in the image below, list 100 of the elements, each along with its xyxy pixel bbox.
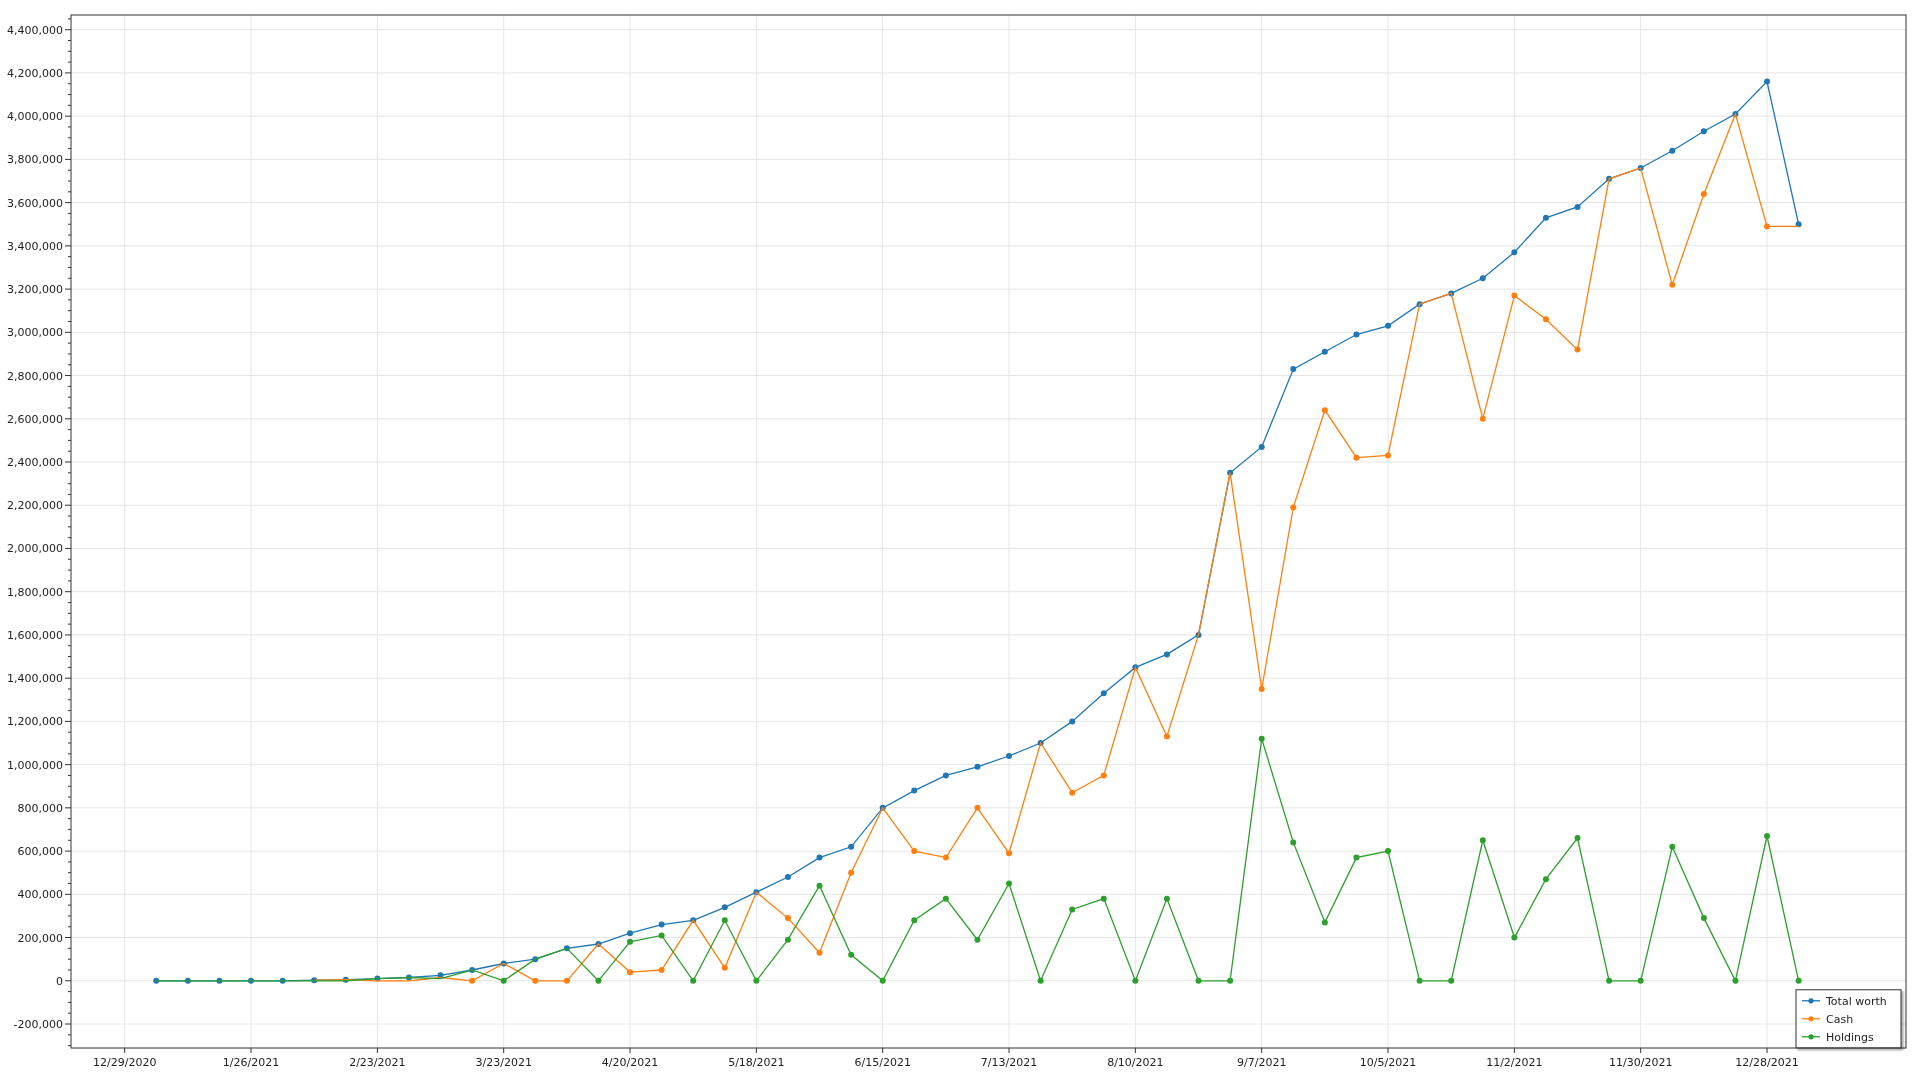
data-point — [1479, 837, 1486, 844]
data-point — [1321, 919, 1328, 926]
data-point — [1416, 301, 1423, 308]
data-point — [1542, 214, 1549, 221]
data-point — [1037, 977, 1044, 984]
data-point — [879, 977, 886, 984]
data-point — [1290, 839, 1297, 846]
data-point — [184, 977, 191, 984]
data-point — [1037, 740, 1044, 746]
data-point — [500, 960, 507, 967]
x-axis-label: 5/18/2021 — [728, 1056, 785, 1069]
data-point — [1511, 249, 1518, 256]
data-point — [1321, 348, 1328, 355]
data-point — [437, 972, 444, 979]
data-point — [1574, 346, 1581, 353]
data-point — [1479, 415, 1486, 422]
data-point — [1732, 977, 1739, 984]
legend-label: Holdings — [1826, 1030, 1874, 1044]
legend-label: Total worth — [1826, 994, 1887, 1008]
legend-label: Cash — [1826, 1012, 1854, 1026]
x-axis-label: 6/15/2021 — [854, 1056, 911, 1069]
x-axis-label: 1/26/2021 — [222, 1056, 280, 1069]
y-axis-label: -200,000 — [13, 1018, 63, 1031]
data-point — [1606, 977, 1613, 984]
y-axis-label: 3,400,000 — [7, 239, 63, 253]
y-axis-label: 4,000,000 — [7, 110, 63, 124]
data-point — [532, 956, 539, 963]
data-point — [816, 854, 823, 861]
data-point — [848, 951, 855, 958]
data-point — [1227, 977, 1234, 984]
data-point — [1069, 789, 1076, 796]
data-point — [1321, 407, 1328, 414]
data-point — [721, 964, 728, 971]
data-point — [1100, 772, 1107, 779]
y-axis-label: 2,400,000 — [7, 456, 63, 469]
data-point — [1132, 977, 1139, 984]
data-point — [1574, 203, 1581, 210]
y-axis-label: 600,000 — [17, 845, 63, 859]
data-point — [1353, 854, 1360, 861]
data-point — [1574, 835, 1581, 842]
data-point — [1700, 128, 1707, 135]
y-axis-label: 2,600,000 — [7, 412, 63, 426]
data-point — [216, 977, 223, 984]
data-point — [911, 787, 918, 794]
data-point — [595, 941, 602, 948]
data-point — [942, 772, 949, 779]
data-point — [879, 804, 886, 811]
data-point — [342, 976, 349, 983]
data-point — [311, 977, 318, 984]
data-point — [469, 977, 476, 984]
x-axis-label: 2/23/2021 — [349, 1056, 406, 1069]
data-point — [1511, 934, 1518, 941]
data-point — [1637, 977, 1644, 984]
x-axis-label: 3/23/2021 — [475, 1056, 532, 1069]
data-point — [1764, 223, 1771, 230]
y-axis-label: 4,400,000 — [7, 23, 63, 37]
data-point — [753, 889, 760, 896]
data-point — [848, 843, 855, 850]
data-point — [1448, 290, 1455, 297]
data-point — [816, 949, 823, 956]
data-point — [1606, 175, 1613, 182]
data-point — [690, 917, 697, 924]
data-point — [469, 966, 476, 973]
data-point — [784, 915, 791, 922]
data-point — [563, 977, 570, 984]
data-point — [1700, 191, 1707, 197]
y-axis-label: 1,400,000 — [7, 672, 63, 686]
y-axis-label: 3,800,000 — [7, 153, 63, 167]
data-point — [1732, 111, 1739, 117]
data-point — [1006, 753, 1013, 759]
data-point — [1258, 735, 1265, 742]
data-point — [658, 966, 665, 973]
data-point — [848, 869, 855, 876]
legend-line-icon — [1801, 1034, 1821, 1040]
data-point — [1290, 504, 1297, 511]
y-axis-label: 2,200,000 — [7, 499, 63, 513]
data-point — [1385, 322, 1392, 329]
y-axis-label: 4,200,000 — [7, 66, 63, 80]
data-point — [942, 895, 949, 902]
y-axis-label: 1,000,000 — [7, 758, 63, 772]
x-axis-label: 7/13/2021 — [980, 1056, 1038, 1069]
y-axis-label: 1,200,000 — [7, 715, 63, 729]
data-point — [563, 945, 570, 952]
data-point — [1669, 843, 1676, 850]
data-point — [1764, 78, 1771, 85]
data-point — [784, 936, 791, 943]
data-point — [1700, 915, 1707, 922]
data-point — [1195, 977, 1202, 984]
data-point — [374, 975, 381, 982]
data-point — [974, 763, 981, 770]
data-point — [1669, 281, 1676, 288]
data-point — [658, 932, 665, 939]
y-axis-label: 800,000 — [17, 801, 63, 815]
data-point — [153, 977, 160, 984]
data-point — [279, 977, 286, 984]
y-axis-label: 400,000 — [17, 888, 63, 902]
x-axis-label: 12/29/2020 — [93, 1056, 157, 1069]
data-point — [911, 848, 918, 855]
data-point — [911, 917, 918, 924]
data-point — [1542, 316, 1549, 323]
